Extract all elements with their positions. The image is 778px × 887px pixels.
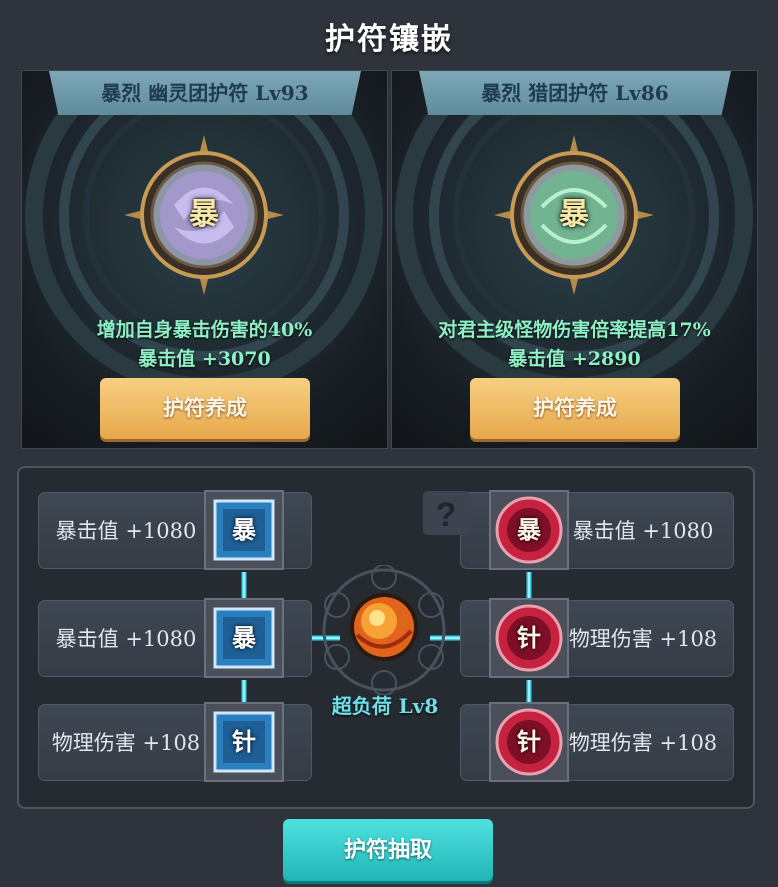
- stat-text: 物理伤害 +108: [568, 731, 718, 755]
- amulet-draw-button[interactable]: 护符抽取: [283, 819, 493, 881]
- gem-character: 暴: [517, 515, 541, 544]
- right-socket-gem-2[interactable]: 针: [488, 597, 570, 679]
- gem-character: 针: [232, 727, 256, 756]
- right-socket-gem-3[interactable]: 针: [488, 701, 570, 783]
- stat-text: 物理伤害 +108: [568, 627, 718, 651]
- stat-text: 暴击值 +1080: [55, 627, 197, 651]
- right-socket-gem-1[interactable]: 暴: [488, 489, 570, 571]
- fire-orb-icon: [322, 564, 446, 696]
- question-mark-icon[interactable]: ?: [423, 491, 469, 535]
- stat-text: 物理伤害 +108: [51, 731, 201, 755]
- left-socket-gem-3[interactable]: 针: [203, 701, 285, 783]
- left-socket-gem-1[interactable]: 暴: [203, 489, 285, 571]
- gem-character: 暴: [232, 623, 256, 652]
- stat-text: 暴击值 +1080: [55, 519, 197, 543]
- gem-character: 针: [517, 727, 541, 756]
- svg-text:?: ?: [436, 496, 457, 534]
- overload-level: 超负荷 Lv8: [331, 694, 439, 718]
- left-socket-gem-2[interactable]: 暴: [203, 597, 285, 679]
- overload-orb[interactable]: [319, 564, 449, 696]
- question-mark-icon: ?: [423, 491, 469, 535]
- gem-character: 针: [517, 623, 541, 652]
- stat-text: 暴击值 +1080: [572, 519, 714, 543]
- gem-character: 暴: [232, 515, 256, 544]
